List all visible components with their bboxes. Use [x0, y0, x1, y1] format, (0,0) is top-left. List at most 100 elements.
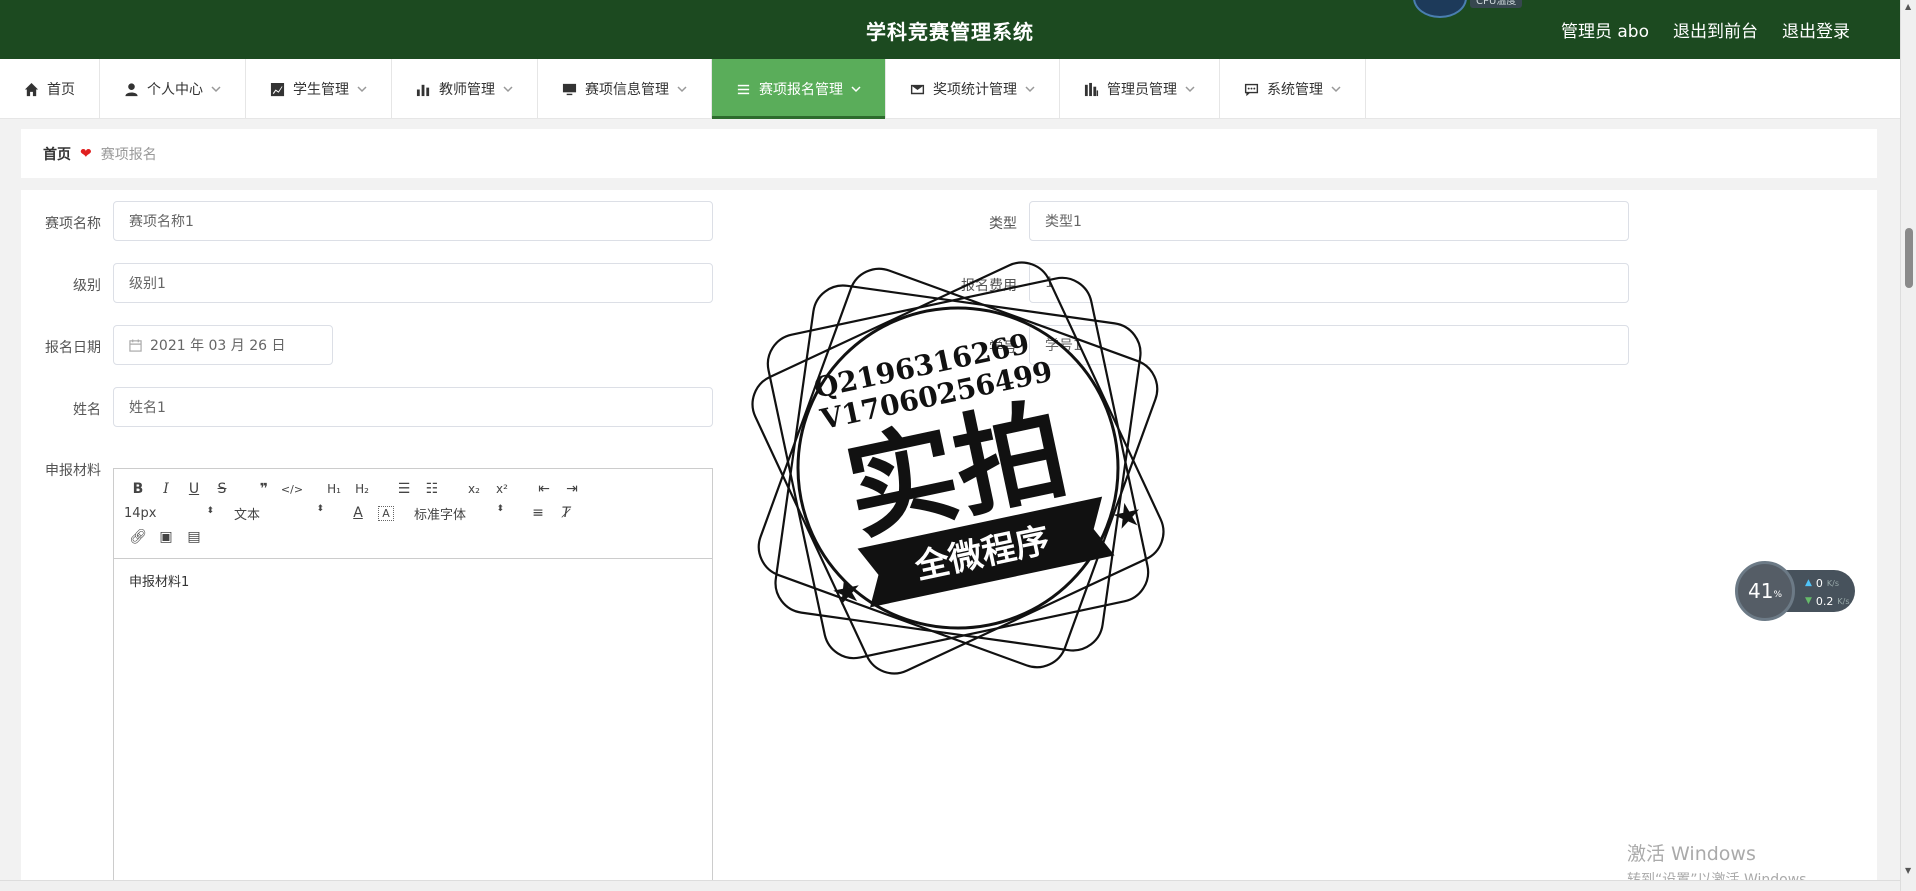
nav-teacher-management-label: 教师管理: [439, 82, 495, 98]
user-icon: [125, 82, 138, 96]
subscript-icon[interactable]: x₂: [460, 482, 488, 496]
heading1-icon[interactable]: H₁: [320, 482, 348, 496]
link-icon[interactable]: 🔗︎: [124, 529, 152, 545]
chevron-down-icon: [211, 86, 221, 93]
scrollbar-thumb[interactable]: [1905, 228, 1913, 288]
background-color-icon[interactable]: A: [378, 505, 394, 521]
upload-arrow-icon: ▲: [1805, 578, 1812, 588]
material-label: 申报材料: [45, 463, 101, 479]
cpu-temperature-label: CPU温度: [1470, 0, 1523, 8]
nav-award-statistics-management[interactable]: 奖项统计管理: [886, 59, 1060, 119]
editor-content[interactable]: 申报材料1: [114, 559, 712, 602]
type-label: 类型: [989, 216, 1017, 232]
bullet-list-icon[interactable]: ☷: [418, 481, 446, 497]
scroll-down-icon[interactable]: ▼: [1905, 866, 1911, 875]
heart-icon: ❤: [80, 145, 92, 162]
scroll-up-icon[interactable]: ▲: [1905, 2, 1911, 11]
select-arrows-icon: ⬍: [496, 503, 504, 514]
logout-link[interactable]: 退出登录: [1782, 17, 1850, 42]
underline-icon[interactable]: U: [180, 481, 208, 497]
video-icon[interactable]: ▤: [180, 529, 208, 545]
exit-to-front-link[interactable]: 退出到前台: [1673, 17, 1758, 42]
nav-event-registration-management[interactable]: 赛项报名管理: [712, 59, 886, 119]
font-size-value: 14px: [124, 505, 157, 521]
columns-icon: [1084, 82, 1099, 96]
mail-icon: [910, 84, 925, 94]
superscript-icon[interactable]: x²: [488, 482, 516, 496]
nav-student-management[interactable]: 学生管理: [246, 59, 392, 119]
text-color-icon[interactable]: A: [344, 505, 372, 521]
vertical-scrollbar[interactable]: ▲ ▼: [1900, 0, 1916, 891]
strikethrough-icon[interactable]: S: [208, 481, 236, 497]
network-speed-widget[interactable]: ▲ 0 K/s ▼ 0.2 K/s 41%: [1735, 561, 1855, 621]
outdent-icon[interactable]: ⇤: [530, 481, 558, 497]
align-icon[interactable]: ≡: [524, 505, 552, 521]
clear-format-icon[interactable]: T̷: [552, 505, 580, 521]
select-arrows-icon: ⬍: [206, 505, 214, 516]
chevron-down-icon: [357, 86, 367, 93]
nav-admin-management-label: 管理员管理: [1107, 82, 1177, 98]
breadcrumb-current: 赛项报名: [100, 146, 157, 163]
italic-icon[interactable]: I: [152, 481, 180, 497]
image-icon[interactable]: ▣: [152, 529, 180, 545]
menu-icon: [737, 84, 750, 94]
nav-admin-management[interactable]: 管理员管理: [1060, 59, 1220, 119]
download-arrow-icon: ▼: [1805, 596, 1812, 606]
code-block-icon[interactable]: </>: [278, 483, 306, 496]
event-name-field[interactable]: 赛项名称1: [113, 201, 713, 241]
upload-unit: K/s: [1826, 578, 1840, 588]
date-picker[interactable]: 2021 年 03 月 26 日: [113, 325, 333, 365]
nav-event-registration-management-label: 赛项报名管理: [759, 82, 843, 98]
font-family-select[interactable]: 标准字体 ⬍: [414, 504, 510, 523]
download-unit: K/s: [1837, 596, 1850, 606]
select-arrows-icon: ⬍: [316, 503, 324, 514]
chevron-down-icon: [1331, 86, 1341, 93]
name-field[interactable]: 姓名1: [113, 387, 713, 427]
font-family-value: 标准字体: [414, 507, 467, 523]
level-field[interactable]: 级别1: [113, 263, 713, 303]
nav-home[interactable]: 首页: [0, 59, 100, 119]
date-value: 2021 年 03 月 26 日: [150, 338, 286, 354]
calendar-icon: [129, 338, 142, 352]
blockquote-icon[interactable]: ❞: [250, 481, 278, 497]
nav-teacher-management[interactable]: 教师管理: [392, 59, 538, 119]
event-name-label: 赛项名称: [45, 216, 101, 232]
font-size-select[interactable]: 14px ⬍: [124, 506, 220, 521]
download-speed: 0.2: [1815, 594, 1834, 608]
editor-toolbar: B I U S ❞ </> H₁ H₂ ☰ ☷ x₂ x² ⇤ ⇥ 14px ⬍ …: [114, 469, 712, 559]
usage-percent: 41: [1747, 579, 1774, 603]
current-user[interactable]: 管理员 abo: [1561, 17, 1649, 42]
breadcrumb-home[interactable]: 首页: [43, 144, 71, 164]
nav-personal-center-label: 个人中心: [147, 82, 203, 98]
breadcrumb: 首页 ❤ 赛项报名: [21, 129, 1877, 178]
date-label: 报名日期: [45, 340, 101, 356]
bar-chart-icon: [416, 84, 430, 96]
horizontal-scrollbar[interactable]: [0, 880, 1900, 891]
nav-personal-center[interactable]: 个人中心: [100, 59, 246, 119]
block-type-select[interactable]: 文本 ⬍: [234, 504, 330, 523]
star-icon: ★: [1110, 496, 1144, 536]
name-label: 姓名: [73, 402, 101, 418]
chevron-down-icon: [1185, 86, 1195, 93]
nav-system-management[interactable]: 系统管理: [1220, 59, 1366, 119]
monitor-icon: [562, 83, 577, 95]
nav-award-statistics-management-label: 奖项统计管理: [933, 82, 1017, 98]
heading2-icon[interactable]: H₂: [348, 482, 376, 496]
user-menu: 管理员 abo 退出到前台 退出登录: [1561, 17, 1850, 42]
rich-text-editor: B I U S ❞ </> H₁ H₂ ☰ ☷ x₂ x² ⇤ ⇥ 14px ⬍ …: [113, 468, 713, 891]
indent-icon[interactable]: ⇥: [558, 481, 586, 497]
ordered-list-icon[interactable]: ☰: [390, 481, 418, 497]
windows-activation-title: 激活 Windows: [1627, 843, 1756, 865]
type-field[interactable]: 类型1: [1029, 201, 1629, 241]
block-type-value: 文本: [234, 507, 261, 523]
nav-student-management-label: 学生管理: [293, 82, 349, 98]
usage-gauge: 41%: [1735, 561, 1795, 621]
star-icon: ★: [830, 572, 864, 612]
nav-event-info-management[interactable]: 赛项信息管理: [538, 59, 712, 119]
watermark-stamp: Q2196316269 V17060256499 实拍 全微程序 ★ ★: [751, 261, 1165, 675]
message-icon: [1244, 83, 1259, 96]
bold-icon[interactable]: B: [124, 481, 152, 497]
level-label: 级别: [73, 278, 101, 294]
chevron-down-icon: [851, 86, 861, 93]
main-nav: 首页 个人中心 学生管理 教师管理 赛项信息管理 赛项报名管理 奖项统计管理 管…: [0, 59, 1900, 119]
